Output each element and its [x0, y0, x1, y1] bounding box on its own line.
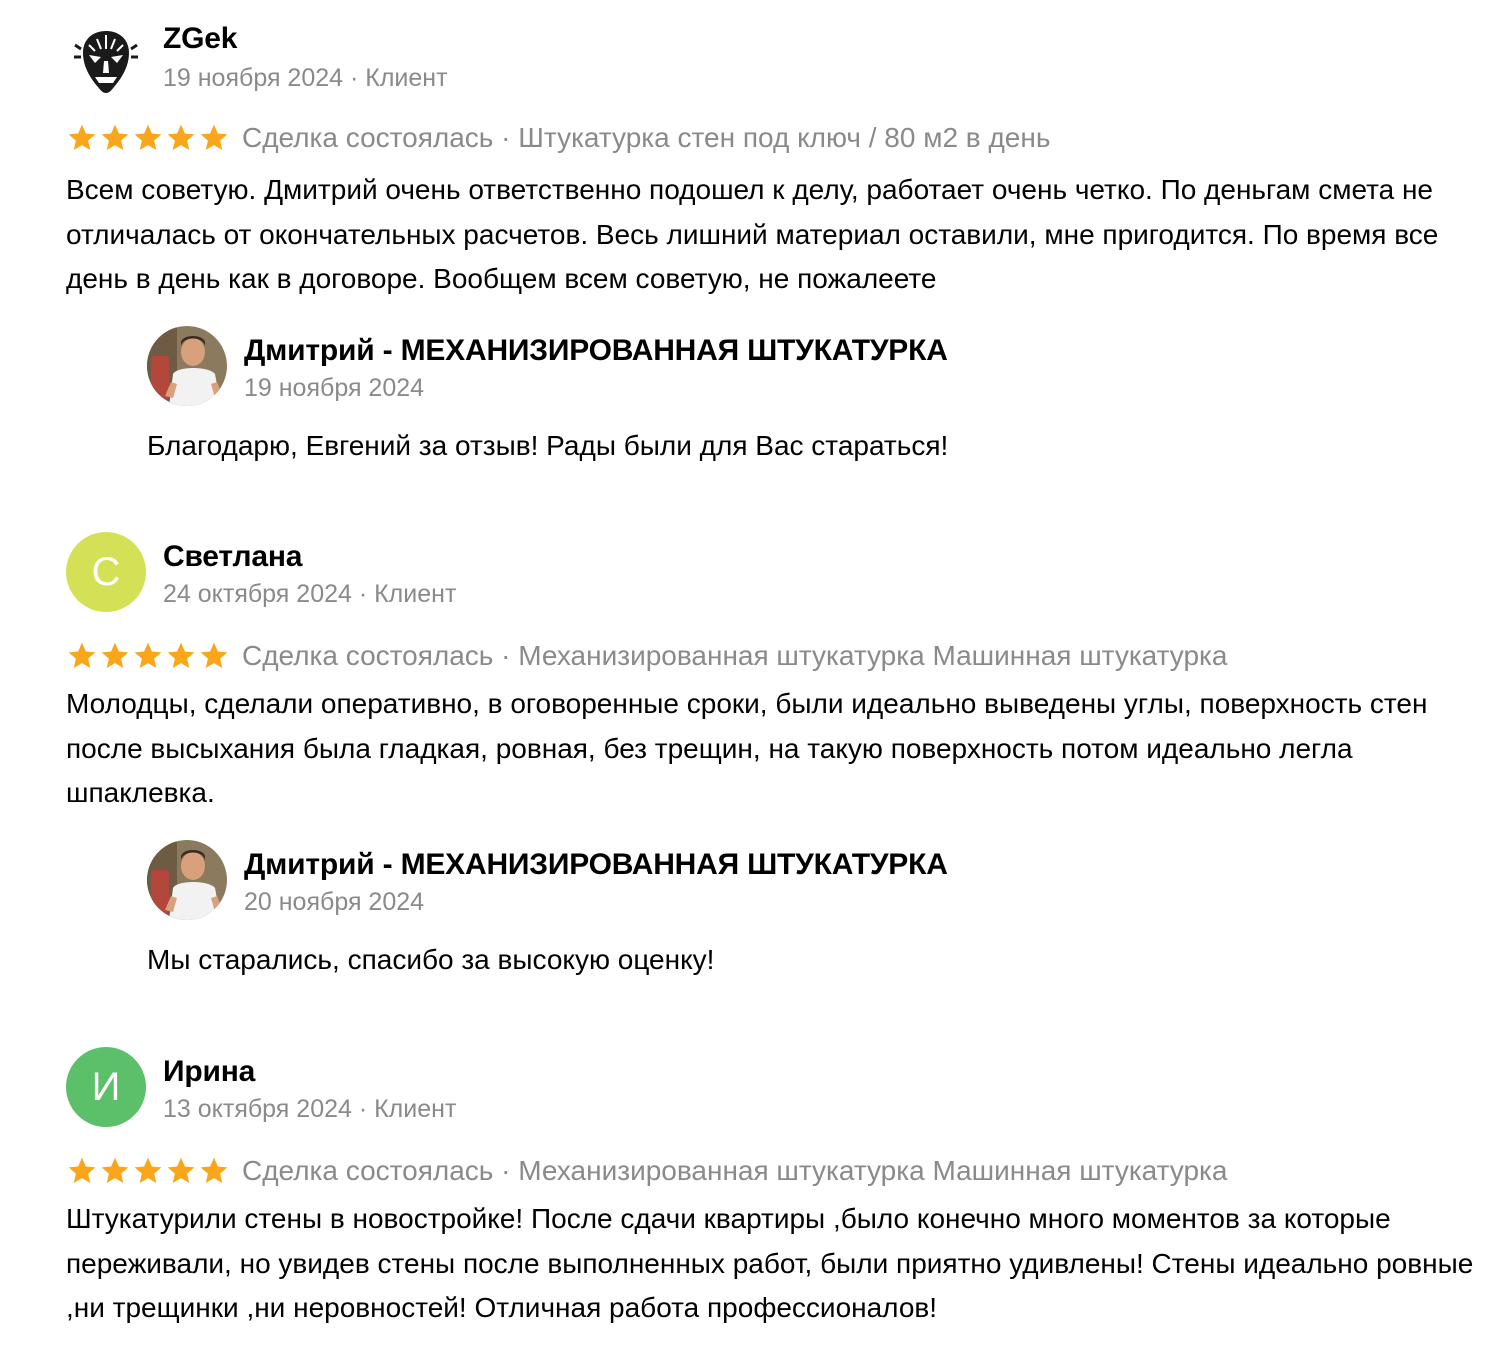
star-rating [66, 640, 230, 672]
star-icon [200, 1157, 228, 1183]
rating-line: Сделка состоялась · Механизированная шту… [66, 1151, 1227, 1191]
review-text: Штукатурили стены в новостройке! После с… [66, 1203, 1474, 1323]
review-meta: 19 ноября 2024 · Клиент [163, 64, 448, 92]
avatar-initial: И [91, 1064, 121, 1109]
star-icon [68, 124, 96, 150]
star-icon [167, 642, 195, 668]
review-text: Молодцы, сделали оперативно, в оговоренн… [66, 688, 1428, 808]
user-avatar[interactable]: С [66, 532, 146, 612]
deal-info: Сделка состоялась · Штукатурка стен под … [242, 122, 1051, 153]
user-avatar[interactable]: И [66, 1047, 146, 1127]
owner-avatar[interactable] [147, 326, 227, 406]
reply-date: 20 ноября 2024 [244, 888, 425, 916]
review-author[interactable]: Ирина [163, 1055, 255, 1089]
owner-avatar[interactable] [147, 840, 227, 920]
star-icon [101, 642, 129, 668]
star-icon [134, 642, 162, 668]
star-icon [167, 124, 195, 150]
owner-name[interactable]: Дмитрий - МЕХАНИЗИРОВАННАЯ ШТУКАТУРКА [244, 848, 948, 882]
star-icon [68, 1157, 96, 1183]
star-icon [68, 642, 96, 668]
owner-photo [147, 840, 227, 920]
star-icon [134, 1157, 162, 1183]
reply-text: Мы старались, спасибо за высокую оценку! [147, 944, 715, 975]
review-author[interactable]: Светлана [163, 540, 302, 574]
owner-name[interactable]: Дмитрий - МЕХАНИЗИРОВАННАЯ ШТУКАТУРКА [244, 334, 948, 368]
review-card: ZGek 19 ноября 2024 · Клиент Сделка сост… [0, 0, 1492, 300]
review-meta: 13 октября 2024 · Клиент [163, 1095, 457, 1123]
user-avatar[interactable] [66, 22, 146, 102]
star-icon [101, 1157, 129, 1183]
avatar-initial: С [91, 549, 121, 594]
deal-info: Сделка состоялась · Механизированная шту… [242, 640, 1228, 671]
star-icon [167, 1157, 195, 1183]
review-meta: 24 октября 2024 · Клиент [163, 580, 457, 608]
star-icon [101, 124, 129, 150]
review-text: Всем советую. Дмитрий очень ответственно… [66, 174, 1439, 294]
rating-line: Сделка состоялась · Штукатурка стен под … [66, 118, 1050, 158]
review-card: И Ирина 13 октября 2024 · Клиент Сделка … [0, 1047, 1492, 1347]
star-icon [200, 642, 228, 668]
reply-date: 19 ноября 2024 [244, 374, 425, 402]
owner-photo [147, 326, 227, 406]
reply-text: Благодарю, Евгений за отзыв! Рады были д… [147, 430, 949, 461]
star-rating [66, 122, 230, 154]
deal-info: Сделка состоялась · Механизированная шту… [242, 1155, 1228, 1186]
rating-line: Сделка состоялась · Механизированная шту… [66, 636, 1227, 676]
review-author[interactable]: ZGek [163, 22, 237, 56]
tribal-mask-icon [74, 31, 138, 93]
owner-reply: Дмитрий - МЕХАНИЗИРОВАННАЯ ШТУКАТУРКА 20… [0, 840, 1492, 990]
owner-reply: Дмитрий - МЕХАНИЗИРОВАННАЯ ШТУКАТУРКА 19… [0, 326, 1492, 476]
review-card: С Светлана 24 октября 2024 · Клиент Сдел… [0, 532, 1492, 832]
star-rating [66, 1155, 230, 1187]
star-icon [200, 124, 228, 150]
star-icon [134, 124, 162, 150]
